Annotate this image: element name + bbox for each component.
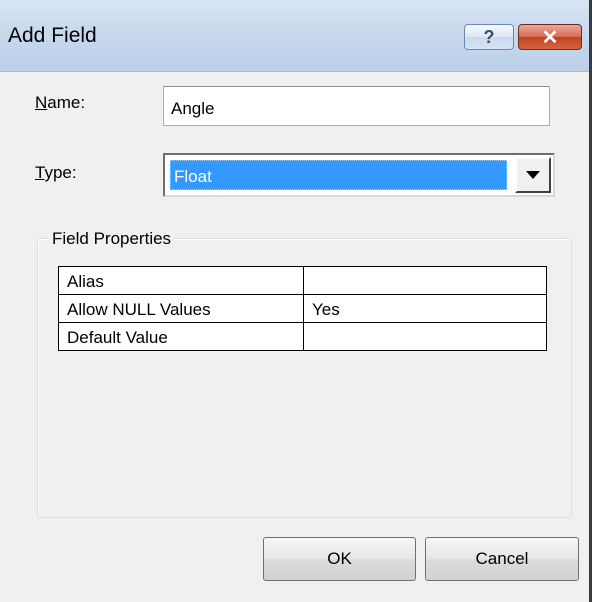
chevron-down-icon [526, 171, 540, 179]
name-label-text: ame: [47, 93, 86, 112]
name-label-accesskey: N [35, 93, 48, 112]
table-row[interactable]: Default Value [58, 322, 547, 351]
type-label: Type: [35, 163, 77, 183]
field-properties-title: Field Properties [48, 229, 176, 249]
table-row[interactable]: Alias [58, 266, 547, 295]
name-input[interactable]: Angle [163, 86, 550, 126]
cancel-button[interactable]: Cancel [425, 537, 579, 581]
property-value-cell[interactable] [303, 266, 547, 295]
property-name-cell[interactable]: Default Value [58, 322, 304, 351]
ok-button[interactable]: OK [263, 537, 416, 581]
property-name-cell[interactable]: Alias [58, 266, 304, 295]
help-button[interactable]: ? [464, 24, 514, 50]
table-row[interactable]: Allow NULL Values Yes [58, 294, 547, 323]
property-value-cell[interactable] [303, 322, 547, 351]
window-title: Add Field [8, 24, 97, 47]
close-icon: ✕ [541, 26, 559, 49]
name-label: Name: [35, 93, 85, 113]
property-name-cell[interactable]: Allow NULL Values [58, 294, 304, 323]
help-icon: ? [483, 26, 495, 47]
type-select[interactable]: Float [163, 153, 555, 197]
type-label-text: ype: [44, 163, 77, 182]
field-properties-table: Alias Allow NULL Values Yes Default Valu… [58, 266, 547, 351]
property-value-cell[interactable]: Yes [303, 294, 547, 323]
type-dropdown-button[interactable] [515, 157, 551, 193]
name-input-value: Angle [171, 99, 215, 118]
title-bar[interactable]: Add Field ? ✕ [0, 0, 589, 72]
close-button[interactable]: ✕ [518, 24, 582, 50]
add-field-dialog: Add Field ? ✕ Name: Angle Type: Float Fi… [0, 0, 592, 602]
type-select-value: Float [170, 160, 507, 190]
